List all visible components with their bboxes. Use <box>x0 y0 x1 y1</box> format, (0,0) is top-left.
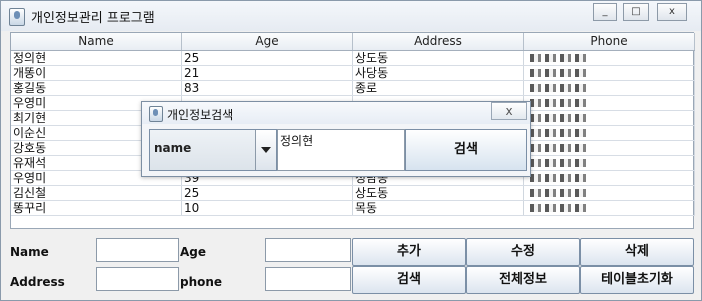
redacted-phone <box>530 144 586 152</box>
delete-button[interactable]: 삭제 <box>580 238 694 266</box>
redacted-phone <box>530 114 586 122</box>
redacted-phone <box>530 204 586 212</box>
column-header-name[interactable]: Name <box>11 33 182 50</box>
address-cell[interactable]: 종로 <box>353 81 524 95</box>
edit-button[interactable]: 수정 <box>466 238 580 266</box>
age-field[interactable] <box>265 238 351 262</box>
phone-cell[interactable] <box>524 156 695 170</box>
address-label: Address <box>10 275 65 289</box>
search-input[interactable]: 정의현 <box>277 129 405 171</box>
reset-table-button[interactable]: 테이블초기화 <box>580 266 694 294</box>
phone-field[interactable] <box>265 267 351 291</box>
redacted-phone <box>530 54 586 62</box>
chevron-down-icon[interactable] <box>255 130 276 170</box>
phone-cell[interactable] <box>524 141 695 155</box>
search-button[interactable]: 검색 <box>352 266 466 294</box>
phone-cell[interactable] <box>524 111 695 125</box>
name-field[interactable] <box>96 238 179 262</box>
address-field[interactable] <box>96 267 179 291</box>
table-row[interactable]: 개똥이 21 사당동 <box>11 66 695 81</box>
column-header-phone[interactable]: Phone <box>524 33 695 50</box>
table-row[interactable]: 홍길동 83 종로 <box>11 81 695 96</box>
dialog-title: 개인정보검색 <box>167 108 234 122</box>
window-title: 개인정보관리 프로그램 <box>31 11 155 26</box>
search-field-value: name <box>154 141 192 155</box>
person-form: Name Age Address phone 추가 수정 삭제 검색 전체정보 … <box>10 236 694 295</box>
phone-cell[interactable] <box>524 171 695 185</box>
phone-cell[interactable] <box>524 126 695 140</box>
title-bar: 개인정보관리 프로그램 _ □ x <box>1 1 701 31</box>
phone-cell[interactable] <box>524 81 695 95</box>
close-button[interactable]: x <box>657 3 687 21</box>
address-cell[interactable]: 상도동 <box>353 51 524 65</box>
age-cell[interactable]: 21 <box>182 66 353 80</box>
dialog-search-button[interactable]: 검색 <box>405 129 527 171</box>
redacted-phone <box>530 84 586 92</box>
java-dialog-icon <box>149 106 163 122</box>
column-header-age[interactable]: Age <box>182 33 353 50</box>
minimize-button[interactable]: _ <box>593 3 617 21</box>
name-cell[interactable]: 똥꾸리 <box>11 201 182 215</box>
age-label: Age <box>180 245 207 259</box>
redacted-phone <box>530 189 586 197</box>
redacted-phone <box>530 99 586 107</box>
phone-cell[interactable] <box>524 66 695 80</box>
phone-cell[interactable] <box>524 186 695 200</box>
redacted-phone <box>530 129 586 137</box>
all-info-button[interactable]: 전체정보 <box>466 266 580 294</box>
redacted-phone <box>530 174 586 182</box>
age-cell[interactable]: 25 <box>182 51 353 65</box>
table-row[interactable]: 정의현 25 상도동 <box>11 51 695 66</box>
name-cell[interactable]: 김신철 <box>11 186 182 200</box>
phone-cell[interactable] <box>524 201 695 215</box>
address-cell[interactable]: 사당동 <box>353 66 524 80</box>
table-header: Name Age Address Phone <box>11 33 695 51</box>
age-cell[interactable]: 25 <box>182 186 353 200</box>
name-cell[interactable]: 정의현 <box>11 51 182 65</box>
java-app-icon <box>9 8 25 26</box>
search-field-select[interactable]: name <box>149 129 277 171</box>
age-cell[interactable]: 10 <box>182 201 353 215</box>
main-window: 개인정보관리 프로그램 _ □ x Name Age Address Phone… <box>0 0 702 301</box>
table-row[interactable]: 김신철 25 상도동 <box>11 186 695 201</box>
table-row[interactable]: 똥꾸리 10 목동 <box>11 201 695 216</box>
person-search-dialog[interactable]: 개인정보검색 x name 정의현 검색 <box>141 101 531 177</box>
name-label: Name <box>10 245 49 259</box>
age-cell[interactable]: 83 <box>182 81 353 95</box>
dialog-close-button[interactable]: x <box>491 102 527 120</box>
column-header-address[interactable]: Address <box>353 33 524 50</box>
address-cell[interactable]: 목동 <box>353 201 524 215</box>
phone-cell[interactable] <box>524 96 695 110</box>
address-cell[interactable]: 상도동 <box>353 186 524 200</box>
phone-label: phone <box>180 275 223 289</box>
name-cell[interactable]: 홍길동 <box>11 81 182 95</box>
maximize-button[interactable]: □ <box>623 3 649 21</box>
name-cell[interactable]: 개똥이 <box>11 66 182 80</box>
dialog-title-bar[interactable]: 개인정보검색 x <box>142 102 530 124</box>
phone-cell[interactable] <box>524 51 695 65</box>
add-button[interactable]: 추가 <box>352 238 466 266</box>
redacted-phone <box>530 69 586 77</box>
redacted-phone <box>530 159 586 167</box>
